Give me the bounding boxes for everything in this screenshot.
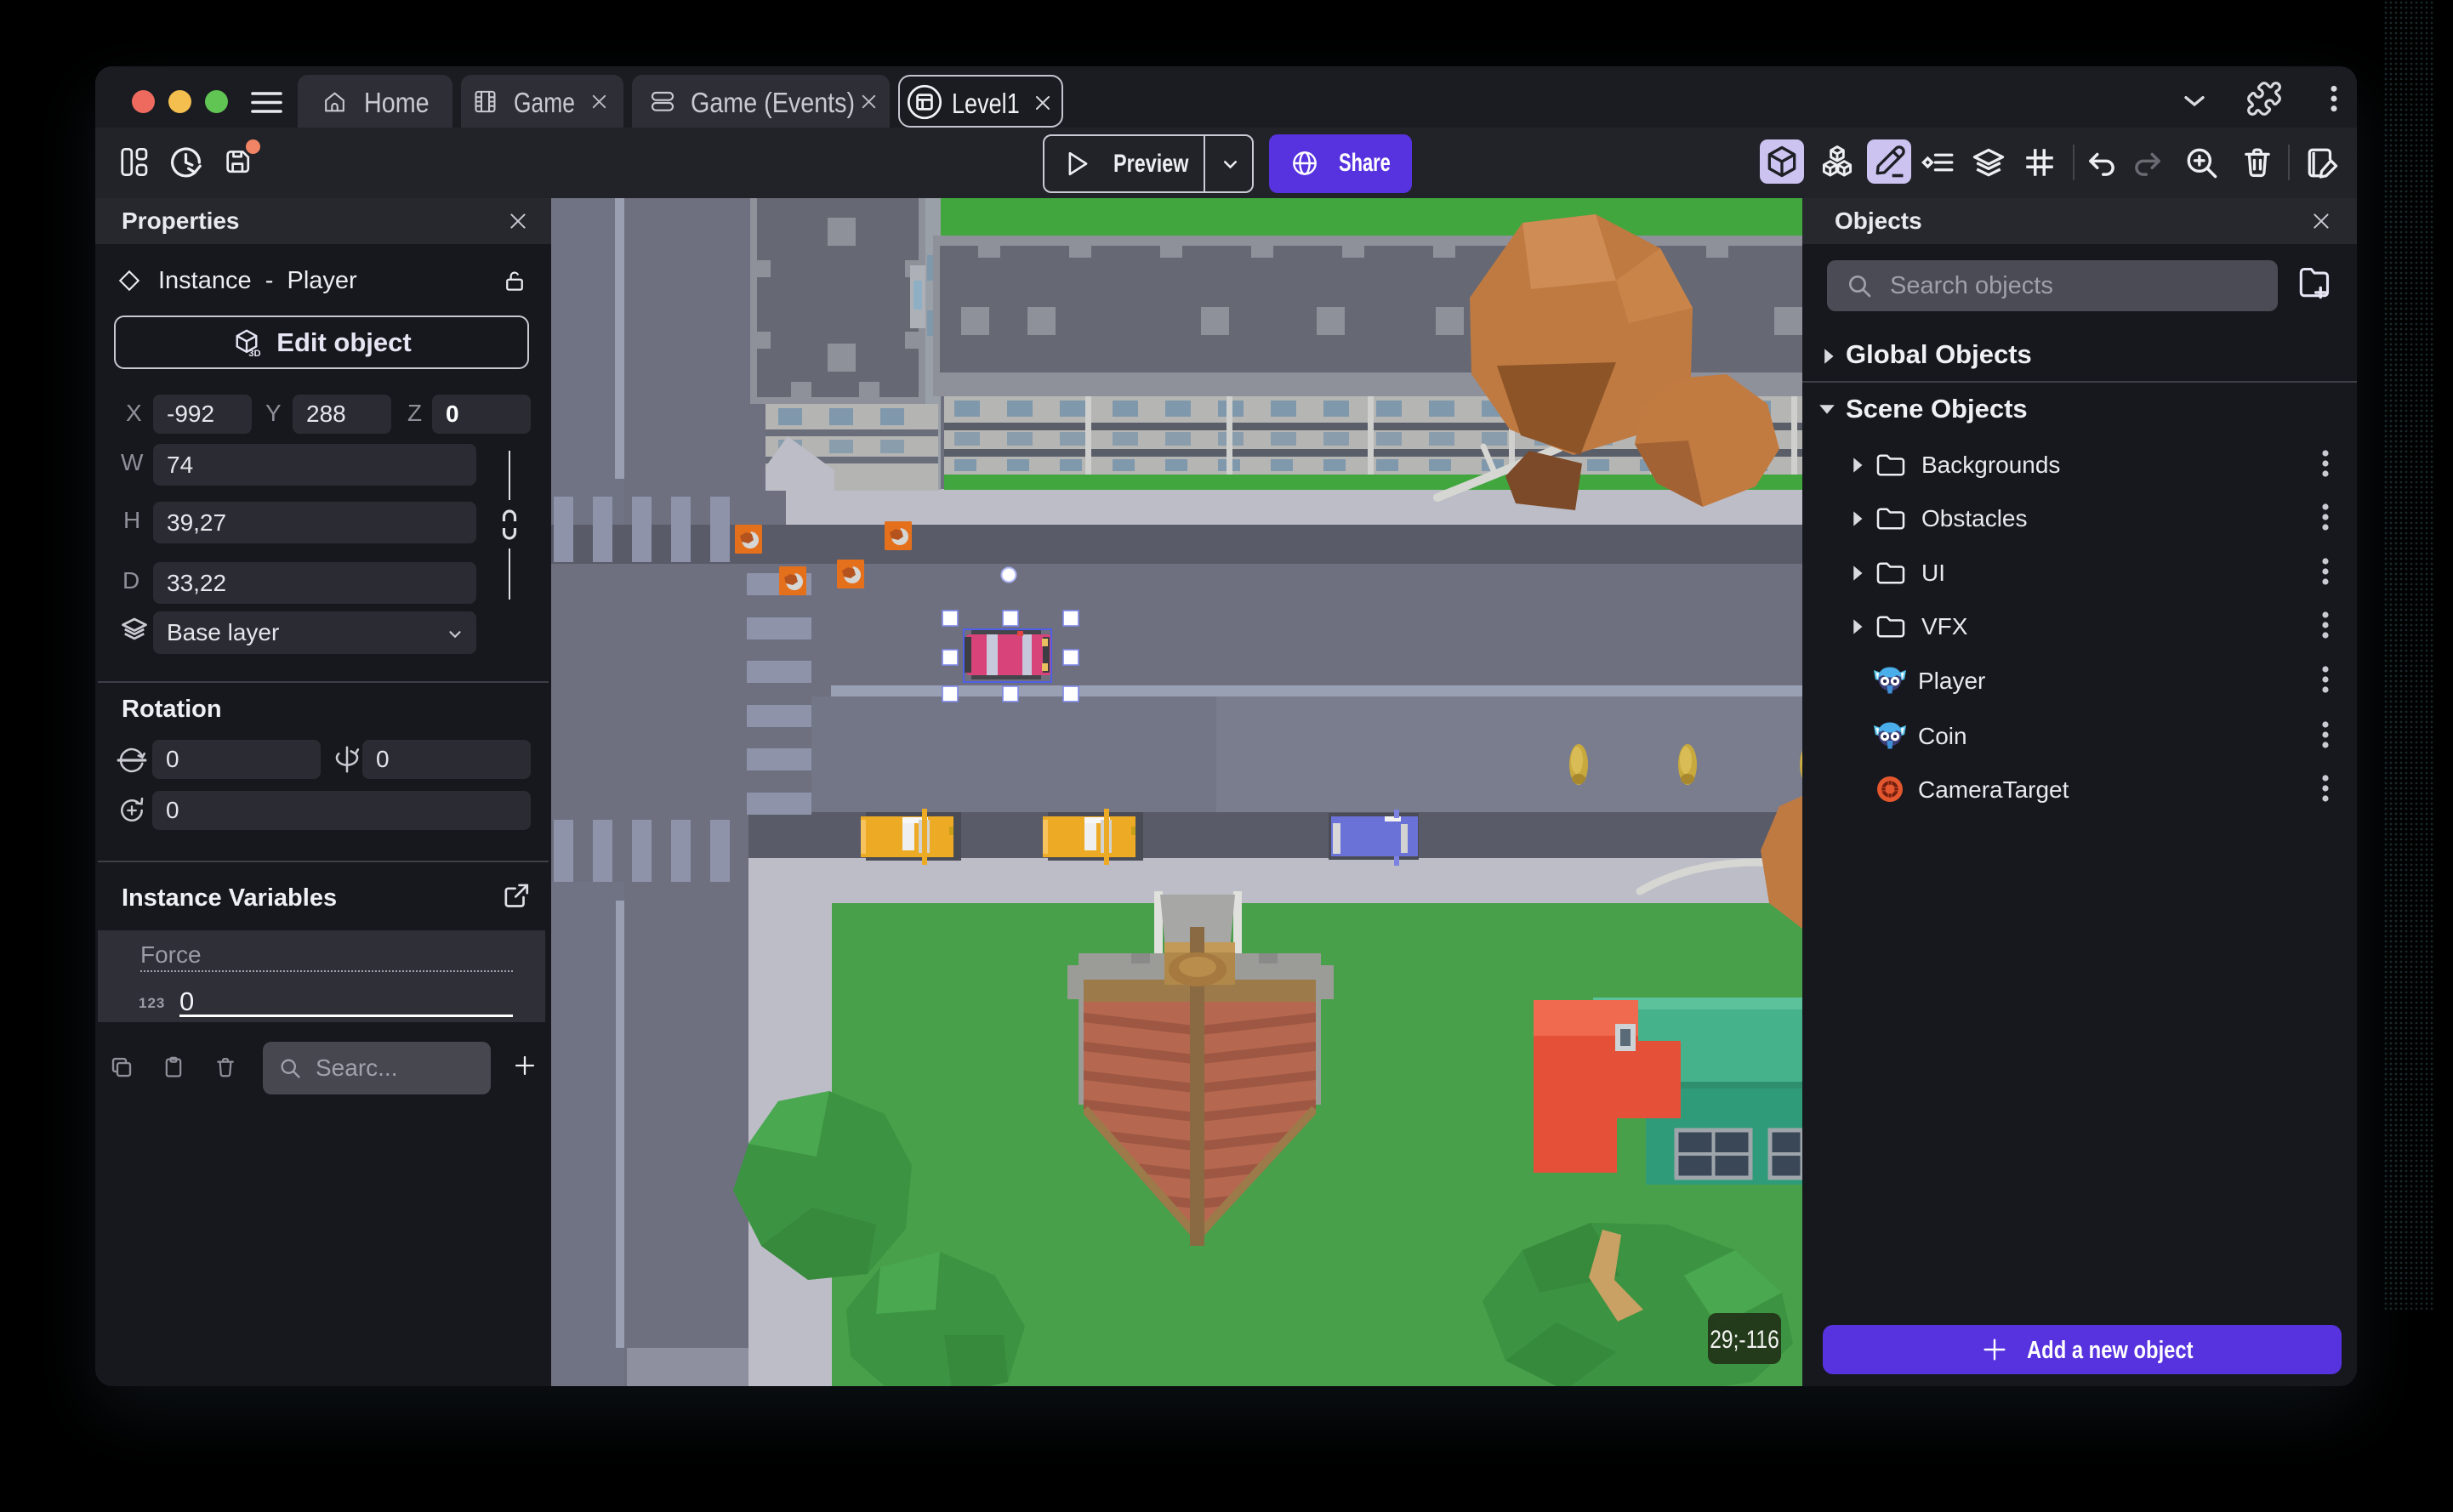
svg-text:3D: 3D: [249, 348, 261, 357]
svg-text:29;-116: 29;-116: [1710, 1325, 1779, 1354]
